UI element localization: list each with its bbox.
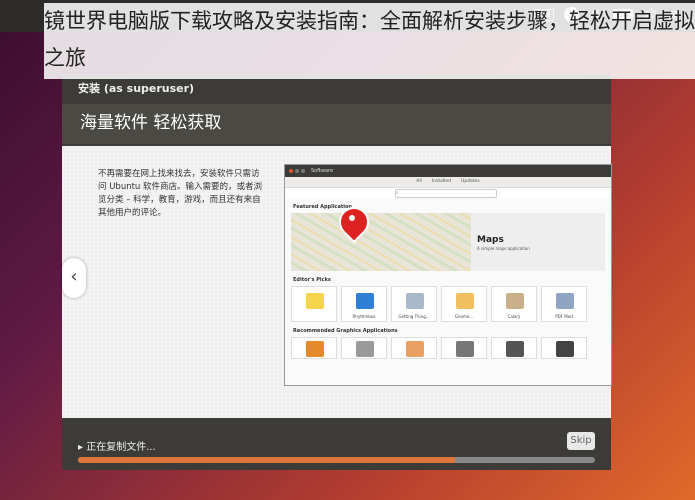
editors-picks-heading: Editor's Picks	[293, 277, 331, 283]
editors-picks-row: Rhythmbox Getting Thing... Gnome... Cala…	[291, 286, 605, 322]
install-progress-area: ▸ 正在复制文件... Skip	[62, 418, 611, 470]
app-tile	[291, 286, 337, 322]
app-icon	[456, 293, 474, 309]
featured-app-name: Maps	[477, 235, 504, 245]
progress-bar-fill	[78, 457, 456, 463]
featured-app-subtitle: A simple maps application	[477, 246, 530, 251]
pdf-icon	[556, 293, 574, 309]
app-tile: Rhythmbox	[341, 286, 387, 322]
slide-content: 不再需要在网上找来找去，安装软件只需访问 Ubuntu 软件商店。输入需要的，或…	[62, 146, 612, 418]
slide-description: 不再需要在网上找来找去，安装软件只需访问 Ubuntu 软件商店。输入需要的，或…	[98, 169, 263, 218]
app-tile	[391, 337, 437, 359]
music-icon	[356, 293, 374, 309]
scanner-icon	[506, 341, 524, 357]
software-center-screenshot: Software All Installed Updates ⌕ Feature…	[284, 164, 612, 386]
window-title: 安装 (as superuser)	[78, 82, 195, 95]
app-tile	[341, 337, 387, 359]
article-title: 镜世界电脑版下载攻略及安装指南：全面解析安装步骤，轻松开启虚拟之旅	[44, 9, 695, 70]
app-tile: Calary	[491, 286, 537, 322]
gallery-icon	[506, 293, 524, 309]
software-search-bar: ⌕	[285, 188, 611, 198]
software-tabs: All Installed Updates	[285, 177, 611, 188]
app-tile	[291, 337, 337, 359]
notes-icon	[306, 293, 324, 309]
install-status-text: ▸ 正在复制文件...	[78, 442, 156, 453]
app-tile: Getting Thing...	[391, 286, 437, 322]
app-icon	[556, 341, 574, 357]
software-window-title: Software	[311, 168, 334, 174]
featured-banner: Maps A simple maps application	[291, 200, 605, 271]
slide-heading: 海量软件 轻松获取	[80, 113, 222, 133]
checklist-icon	[406, 293, 424, 309]
tab-installed: Installed	[431, 179, 452, 184]
app-tile	[541, 337, 587, 359]
app-tile: Gnome...	[441, 286, 487, 322]
article-title-overlay: 镜世界电脑版下载攻略及安装指南：全面解析安装步骤，轻松开启虚拟之旅	[44, 3, 695, 79]
skip-button[interactable]: Skip	[567, 432, 595, 450]
app-icon	[406, 341, 424, 357]
window-controls-icon	[289, 169, 305, 173]
blender-icon	[306, 341, 324, 357]
graphics-heading: Recommended Graphics Applications	[293, 328, 398, 334]
search-icon: ⌕	[395, 189, 497, 198]
tab-all: All	[416, 179, 422, 184]
inkscape-icon	[356, 341, 374, 357]
installer-window: 安装 (as superuser) 海量软件 轻松获取 不再需要在网上找来找去，…	[62, 74, 612, 470]
progress-bar	[78, 457, 595, 463]
app-tile	[491, 337, 537, 359]
featured-heading: Featured Application	[293, 204, 352, 210]
app-tile: PDF Mod	[541, 286, 587, 322]
gimp-icon	[456, 341, 474, 357]
graphics-apps-row	[291, 337, 605, 359]
software-titlebar: Software	[285, 165, 611, 177]
previous-slide-button[interactable]: ‹	[62, 258, 86, 298]
tab-updates: Updates	[461, 179, 480, 184]
map-image	[291, 213, 471, 271]
app-tile	[441, 337, 487, 359]
